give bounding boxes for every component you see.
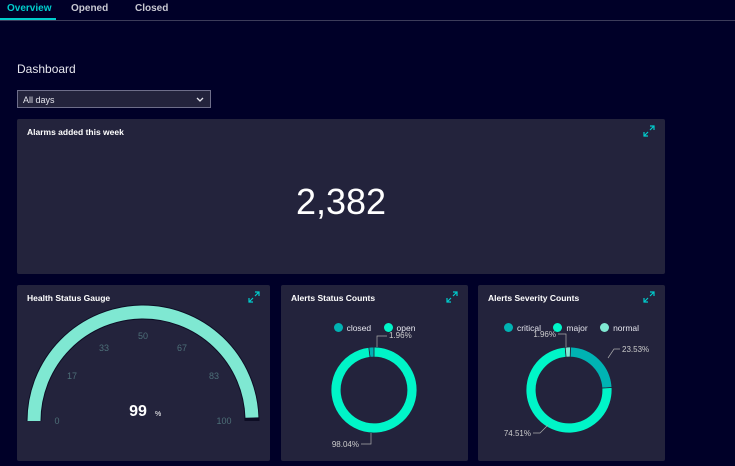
status-label-small: 1.96% [389, 331, 412, 340]
health-gauge: 0 17 33 50 67 83 100 99 % [26, 304, 260, 426]
tab-bar: Overview Opened Closed [0, 0, 735, 21]
gauge-tick: 83 [209, 371, 219, 381]
severity-label-small: 1.96% [533, 330, 556, 339]
alarms-card: Alarms added this week 2,382 [17, 119, 665, 274]
gauge-tick: 50 [138, 331, 148, 341]
severity-donut: 1.96% 23.53% 74.51% [504, 330, 649, 438]
tab-overview[interactable]: Overview [7, 3, 51, 14]
tab-opened[interactable]: Opened [71, 3, 108, 14]
status-label-large: 98.04% [332, 440, 359, 449]
leader-line [558, 333, 567, 347]
health-gauge-card: Health Status Gauge 0 17 33 50 67 83 100… [17, 285, 270, 461]
gauge-value: 99 [129, 403, 147, 420]
days-filter-select[interactable]: All days [17, 90, 211, 108]
expand-icon[interactable] [643, 125, 655, 137]
status-slice-open[interactable] [330, 346, 418, 434]
gauge-tick: 33 [99, 343, 109, 353]
status-donut: 1.96% 98.04% [330, 331, 418, 449]
severity-slice-critical[interactable] [569, 346, 613, 389]
page-title: Dashboard [17, 62, 76, 76]
tab-closed[interactable]: Closed [135, 3, 168, 14]
alerts-status-card: Alerts Status Counts closed open 1.96% 9… [281, 285, 468, 461]
days-filter-value: All days [23, 95, 55, 105]
severity-label-medium: 23.53% [622, 345, 649, 354]
gauge-unit: % [155, 411, 161, 418]
gauge-tick: 0 [54, 416, 59, 426]
alarms-card-title: Alarms added this week [27, 127, 124, 137]
leader-line [361, 433, 372, 445]
gauge-tick: 100 [216, 416, 231, 426]
chevron-down-icon [196, 97, 204, 102]
active-tab-indicator [0, 18, 56, 20]
severity-slice-normal[interactable] [564, 346, 571, 358]
gauge-tick: 17 [67, 371, 77, 381]
alerts-severity-card: Alerts Severity Counts critical major no… [478, 285, 665, 461]
leader-line [376, 335, 387, 347]
leader-line [607, 348, 620, 359]
severity-label-large: 74.51% [504, 429, 531, 438]
gauge-tick: 67 [177, 343, 187, 353]
alarms-count: 2,382 [295, 181, 387, 222]
